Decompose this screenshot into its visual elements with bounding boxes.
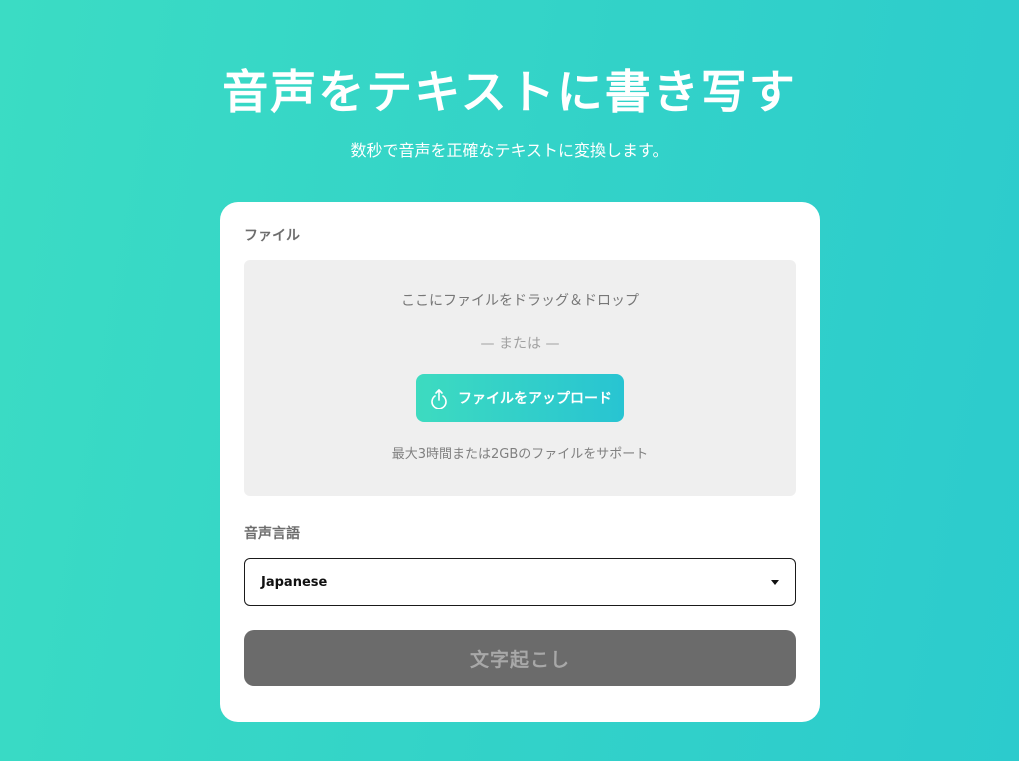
language-select[interactable]: Japanese [244,558,796,606]
or-divider: — または — [480,336,560,352]
file-section-label: ファイル [244,228,300,244]
language-section-label: 音声言語 [244,526,300,542]
upload-file-button[interactable]: ファイルをアップロード [416,374,624,422]
transcribe-button[interactable]: 文字起こし [244,630,796,686]
file-dropzone[interactable]: ここにファイルをドラッグ＆ドロップ — または — ファイルをアップロード 最大… [244,260,796,496]
upload-button-label: ファイルをアップロード [458,391,612,407]
page-subtitle: 数秒で音声を正確なテキストに変換します。 [350,141,669,160]
file-support-note: 最大3時間または2GBのファイルをサポート [391,447,649,462]
language-selected-value: Japanese [261,574,328,590]
chevron-down-icon [771,579,779,585]
drop-instruction: ここにファイルをドラッグ＆ドロップ [401,293,639,309]
transcription-card: ファイル ここにファイルをドラッグ＆ドロップ — または — ファイルをアップロ… [220,202,820,722]
upload-icon [428,387,450,409]
page-title: 音声をテキストに書き写す [222,65,797,119]
